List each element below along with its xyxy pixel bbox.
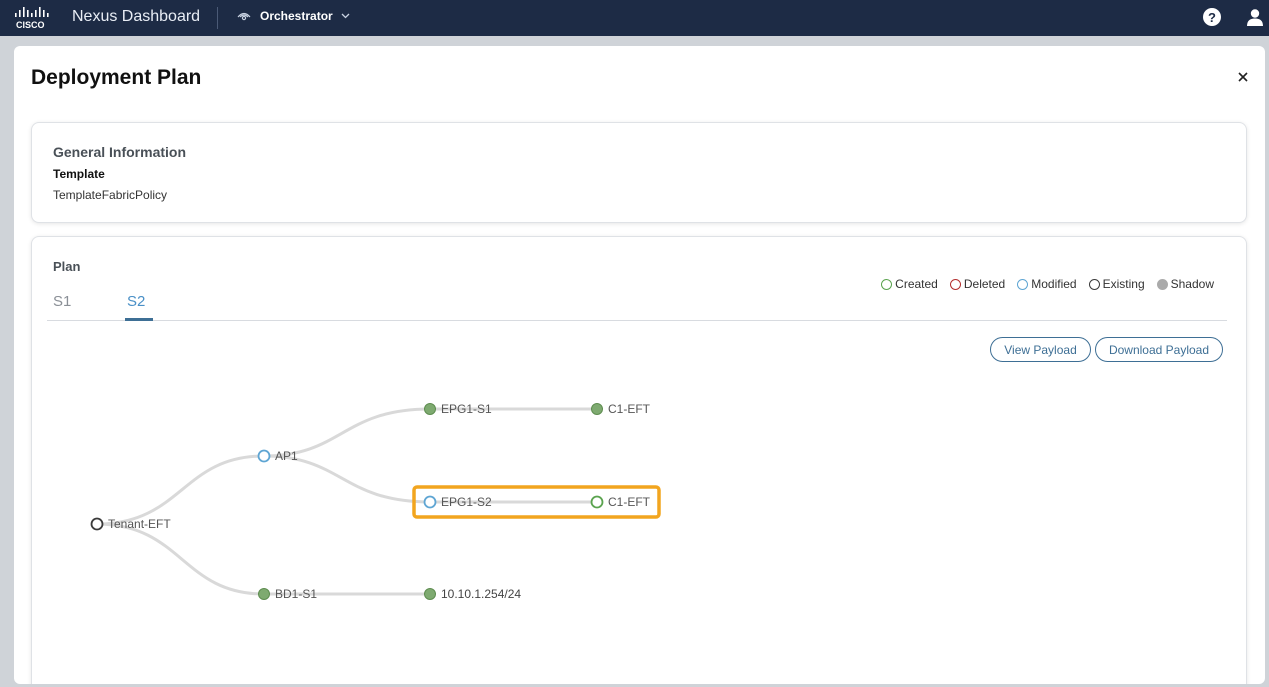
service-name: Orchestrator: [260, 9, 333, 23]
legend-shadow: Shadow: [1156, 277, 1214, 291]
node-epg1-s1[interactable]: EPG1-S1: [424, 402, 493, 416]
legend-modified-label: Modified: [1031, 277, 1077, 291]
plan-card: Plan Created Deleted Modified Existing S…: [31, 236, 1247, 684]
legend-deleted: Deleted: [949, 277, 1006, 291]
download-payload-button[interactable]: Download Payload: [1095, 337, 1223, 362]
legend-modified: Modified: [1017, 277, 1077, 291]
node-c1-eft-shadow[interactable]: C1-EFT: [591, 402, 651, 416]
status-legend: Created Deleted Modified Existing Shadow: [881, 277, 1214, 291]
chevron-down-icon: [341, 13, 350, 19]
node-ap1-label: AP1: [275, 449, 298, 463]
legend-existing: Existing: [1088, 277, 1145, 291]
node-epg1-s2-label: EPG1-S2: [441, 495, 492, 509]
orchestrator-icon: [237, 12, 251, 21]
node-ap1[interactable]: AP1: [257, 449, 299, 463]
node-subnet-label: 10.10.1.254/24: [441, 587, 521, 601]
help-icon[interactable]: ?: [1203, 8, 1221, 26]
app-title: Nexus Dashboard: [72, 8, 201, 25]
node-c1-eft-shadow-label: C1-EFT: [608, 402, 651, 416]
node-epg1-s2[interactable]: EPG1-S2: [423, 495, 493, 509]
modified-dot-icon: [1017, 278, 1029, 290]
topbar-divider: [217, 7, 218, 29]
plan-heading: Plan: [53, 259, 81, 274]
general-information-heading: General Information: [53, 144, 187, 160]
site-tabs: S1 S2: [47, 293, 1227, 321]
legend-created-label: Created: [895, 277, 938, 291]
shadow-dot-icon: [1156, 278, 1168, 290]
top-navigation-bar: CISCO Nexus Dashboard Orchestrator ?: [0, 0, 1269, 36]
tab-s2[interactable]: S2: [124, 293, 154, 321]
view-payload-button[interactable]: View Payload: [990, 337, 1091, 362]
cisco-logo[interactable]: CISCO: [14, 5, 56, 31]
user-icon[interactable]: [1245, 7, 1265, 27]
node-epg1-s1-label: EPG1-S1: [441, 402, 492, 416]
node-c1-eft-created[interactable]: C1-EFT: [590, 495, 651, 509]
svg-text:CISCO: CISCO: [16, 20, 45, 30]
modal-title: Deployment Plan: [31, 66, 202, 89]
deleted-dot-icon: [949, 278, 961, 290]
tab-s1[interactable]: S1: [53, 293, 71, 320]
legend-created: Created: [881, 277, 938, 291]
edge-tenant-ap1: [96, 454, 265, 526]
close-icon[interactable]: [1234, 68, 1252, 86]
node-subnet[interactable]: 10.10.1.254/24: [424, 587, 522, 601]
node-c1-eft-created-label: C1-EFT: [608, 495, 651, 509]
node-bd1-s1[interactable]: BD1-S1: [258, 587, 318, 601]
deployment-tree-graph: Tenant-EFT AP1 EPG1-S1 C1-EFT EPG1-S2 C1…: [90, 402, 661, 601]
node-bd1-s1-label: BD1-S1: [275, 587, 317, 601]
legend-deleted-label: Deleted: [963, 277, 1006, 291]
service-switcher[interactable]: Orchestrator: [236, 9, 350, 23]
general-information-card: General Information Template TemplateFab…: [31, 122, 1247, 223]
existing-dot-icon: [1088, 278, 1100, 290]
created-dot-icon: [881, 278, 893, 290]
legend-shadow-label: Shadow: [1170, 277, 1214, 291]
template-value: TemplateFabricPolicy: [53, 188, 168, 202]
edge-tenant-bd1: [96, 522, 265, 596]
template-label: Template: [53, 167, 105, 181]
legend-existing-label: Existing: [1102, 277, 1145, 291]
node-tenant-eft-label: Tenant-EFT: [108, 517, 171, 531]
deployment-plan-modal: Deployment Plan General Information Temp…: [14, 46, 1265, 684]
